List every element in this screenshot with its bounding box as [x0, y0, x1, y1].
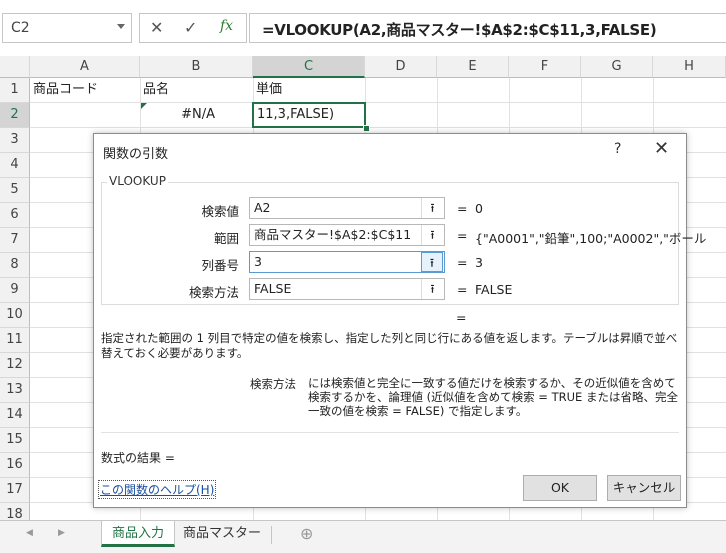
- column-header-a[interactable]: A: [30, 56, 140, 78]
- arg-input-col-index[interactable]: 3: [249, 251, 445, 273]
- cancel-button[interactable]: キャンセル: [607, 475, 681, 501]
- row-header[interactable]: 14: [0, 403, 30, 428]
- column-header-g[interactable]: G: [581, 56, 653, 78]
- row-header[interactable]: 11: [0, 328, 30, 353]
- name-box[interactable]: C2: [2, 13, 132, 43]
- row-header[interactable]: 2: [0, 103, 30, 128]
- arg-label-col-index: 列番号: [201, 258, 239, 273]
- formula-input[interactable]: =VLOOKUP(A2,商品マスター!$A$2:$C$11,3,FALSE): [249, 13, 726, 43]
- column-header-h[interactable]: H: [653, 56, 726, 78]
- collapse-dialog-icon[interactable]: ⭱: [421, 198, 443, 218]
- equals-sign: =: [457, 282, 468, 297]
- arg-description-text: には検索値と完全に一致する値だけを検索するか、その近似値を含めて検索するかを、論…: [308, 376, 678, 418]
- scroll-tabs-left-icon[interactable]: ◀: [26, 528, 33, 538]
- row-header[interactable]: 15: [0, 428, 30, 453]
- function-name: VLOOKUP: [107, 174, 168, 188]
- help-icon[interactable]: ?: [614, 141, 621, 157]
- row-header[interactable]: 13: [0, 378, 30, 403]
- column-header-d[interactable]: D: [365, 56, 437, 78]
- arg-description-name: 検索方法: [250, 377, 296, 391]
- column-header-b[interactable]: B: [140, 56, 253, 78]
- formula-result-label: 数式の結果 =: [101, 451, 175, 465]
- close-icon[interactable]: ✕: [654, 138, 669, 159]
- column-header-c[interactable]: C: [253, 56, 365, 78]
- fill-handle[interactable]: [363, 125, 370, 132]
- column-header-e[interactable]: E: [437, 56, 509, 78]
- divider: [101, 432, 679, 433]
- row-header[interactable]: 10: [0, 303, 30, 328]
- arg-result: 0: [475, 201, 483, 216]
- formula-buttons: ✕ ✓ fx: [139, 13, 247, 43]
- formula-text: =VLOOKUP(A2,商品マスター!$A$2:$C$11,3,FALSE): [262, 21, 657, 39]
- error-indicator-icon: [141, 103, 147, 109]
- cancel-entry-icon[interactable]: ✕: [150, 18, 163, 37]
- formula-bar: C2 ⋮ ✕ ✓ fx =VLOOKUP(A2,商品マスター!$A$2:$C$1…: [0, 0, 726, 57]
- collapse-dialog-icon[interactable]: ⭱: [421, 279, 443, 299]
- sheet-tab[interactable]: 商品マスター: [177, 521, 267, 547]
- row-header[interactable]: 5: [0, 178, 30, 203]
- collapse-dialog-icon[interactable]: ⭱: [421, 225, 443, 245]
- row-header[interactable]: 9: [0, 278, 30, 303]
- arg-label-lookup-value: 検索値: [201, 204, 239, 219]
- equals-sign: =: [457, 255, 468, 270]
- cell-b2[interactable]: #N/A: [140, 103, 253, 128]
- row-header[interactable]: 8: [0, 253, 30, 278]
- row-header[interactable]: 1: [0, 78, 30, 103]
- scroll-tabs-right-icon[interactable]: ▶: [58, 528, 65, 538]
- arg-value: 3: [254, 254, 262, 269]
- cell-c1[interactable]: 単価: [253, 78, 365, 103]
- arg-label-table-array: 範囲: [213, 231, 239, 246]
- dialog-title: 関数の引数: [103, 147, 169, 162]
- arg-result: FALSE: [475, 282, 513, 297]
- cell-b1[interactable]: 品名: [140, 78, 253, 103]
- arg-value: 商品マスター!$A$2:$C$11: [254, 227, 412, 242]
- name-box-value: C2: [11, 20, 30, 36]
- arg-value: FALSE: [254, 281, 292, 296]
- arg-label-range-lookup: 検索方法: [188, 285, 239, 300]
- column-header-f[interactable]: F: [509, 56, 581, 78]
- arg-result: 3: [475, 255, 483, 270]
- function-result-equals: =: [456, 310, 467, 325]
- enter-entry-icon[interactable]: ✓: [184, 18, 197, 37]
- arg-result: {"A0001","鉛筆",100;"A0002","ボール: [475, 231, 707, 246]
- select-all-corner[interactable]: [0, 56, 30, 78]
- function-description: 指定された範囲の 1 列目で特定の値を検索し、指定した列と同じ行にある値を返しま…: [101, 331, 678, 360]
- row-header[interactable]: 17: [0, 478, 30, 503]
- row-header[interactable]: 7: [0, 228, 30, 253]
- row-header[interactable]: 4: [0, 153, 30, 178]
- arg-value: A2: [254, 200, 271, 215]
- arg-input-table-array[interactable]: 商品マスター!$A$2:$C$11: [249, 224, 445, 246]
- equals-sign: =: [457, 201, 468, 216]
- chevron-down-icon[interactable]: [117, 24, 125, 29]
- ok-button[interactable]: OK: [523, 475, 597, 501]
- arg-input-range-lookup[interactable]: FALSE: [249, 278, 445, 300]
- row-header[interactable]: 16: [0, 453, 30, 478]
- sheet-tab-bar: ◀ ▶ 商品入力 商品マスター ⊕: [0, 520, 726, 553]
- row-header[interactable]: 3: [0, 128, 30, 153]
- add-sheet-icon[interactable]: ⊕: [300, 524, 313, 543]
- sheet-tab-active[interactable]: 商品入力: [101, 521, 175, 547]
- function-arguments-dialog: 関数の引数 ? ✕ VLOOKUP 検索値 A2 ⭱ = 0 範囲 商品マスター…: [93, 133, 706, 508]
- tab-divider: [271, 526, 272, 544]
- cell-c2-active[interactable]: 11,3,FALSE): [252, 102, 366, 128]
- function-help-link[interactable]: この関数のヘルプ(H): [98, 480, 217, 499]
- arg-input-lookup-value[interactable]: A2: [249, 197, 445, 219]
- collapse-dialog-icon[interactable]: ⭱: [421, 252, 443, 272]
- insert-function-icon[interactable]: fx: [220, 18, 233, 34]
- row-header[interactable]: 6: [0, 203, 30, 228]
- equals-sign: =: [457, 228, 468, 243]
- cell-a1[interactable]: 商品コード: [30, 78, 140, 103]
- row-header[interactable]: 12: [0, 353, 30, 378]
